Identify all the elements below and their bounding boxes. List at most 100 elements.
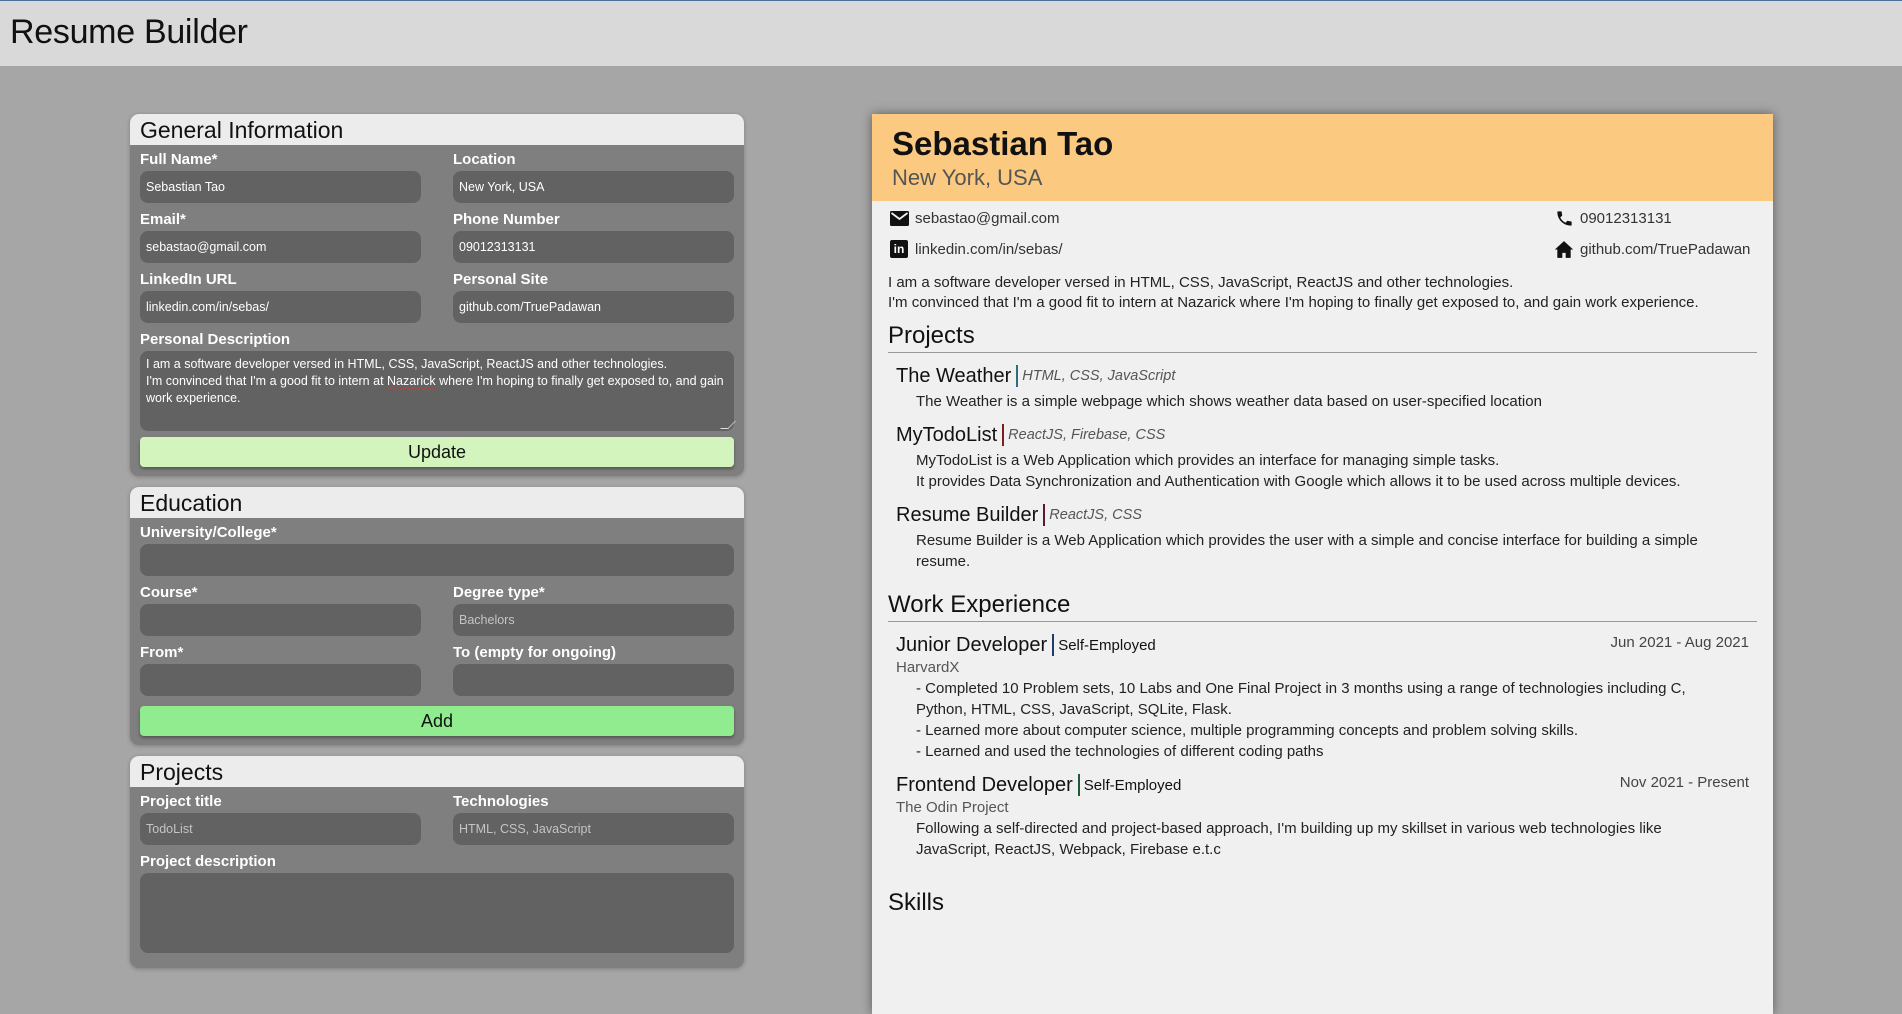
- description-line-1: I am a software developer versed in HTML…: [146, 357, 668, 371]
- contact-linkedin-text: linkedin.com/in/sebas/: [915, 240, 1063, 258]
- job-role: Frontend Developer: [896, 774, 1073, 796]
- project-desc-line: The Weather is a simple webpage which sh…: [916, 393, 1542, 410]
- job-entry: Frontend Developer Self-Employed Nov 202…: [872, 762, 1773, 860]
- general-info-heading: General Information: [130, 114, 744, 145]
- misspelled-word: Nazarick: [387, 374, 436, 388]
- resume-header: Sebastian Tao New York, USA: [872, 114, 1773, 201]
- from-input[interactable]: [140, 664, 421, 696]
- description-line-2-start: I'm convinced that I'm a good fit to int…: [146, 374, 388, 388]
- contact-phone-text: 09012313131: [1580, 209, 1672, 227]
- job-dates: Nov 2021 - Present: [1619, 774, 1749, 791]
- linkedin-label: LinkedIn URL: [140, 271, 237, 288]
- summary-line: I'm convinced that I'm a good fit to int…: [888, 294, 1699, 311]
- technologies-label: Technologies: [453, 793, 549, 810]
- title-divider: [1052, 634, 1055, 656]
- project-desc-line: It provides Data Synchronization and Aut…: [916, 473, 1681, 490]
- phone-icon: [1554, 208, 1574, 228]
- skills-section-title: Skills: [888, 889, 945, 916]
- project-title-input[interactable]: TodoList: [140, 813, 421, 845]
- project-entry: MyTodoList ReactJS, Firebase, CSS MyTodo…: [872, 412, 1773, 492]
- contact-linkedin: in linkedin.com/in/sebas/: [889, 239, 1063, 259]
- project-tech: ReactJS, CSS: [1049, 507, 1142, 523]
- email-label: Email*: [140, 211, 186, 228]
- job-type: Self-Employed: [1083, 776, 1182, 794]
- project-name: Resume Builder: [896, 504, 1039, 526]
- home-icon: [1554, 239, 1574, 259]
- projects-section-title: Projects: [888, 321, 1757, 353]
- university-label: University/College*: [140, 524, 277, 541]
- contact-phone: 09012313131: [1554, 208, 1672, 228]
- job-role: Junior Developer: [896, 634, 1048, 656]
- project-name: The Weather: [896, 365, 1012, 387]
- resume-summary: I am a software developer versed in HTML…: [872, 273, 1773, 313]
- title-divider: [1016, 365, 1019, 387]
- course-label: Course*: [140, 584, 198, 601]
- project-description-textarea[interactable]: [140, 873, 734, 953]
- full-name-input[interactable]: Sebastian Tao: [140, 171, 421, 203]
- contact-list: sebastao@gmail.com in linkedin.com/in/se…: [872, 201, 1773, 273]
- personal-description-textarea[interactable]: I am a software developer versed in HTML…: [140, 351, 736, 431]
- job-organization: The Odin Project: [896, 799, 1009, 816]
- university-input[interactable]: [140, 544, 734, 576]
- phone-label: Phone Number: [453, 211, 560, 228]
- education-card: Education University/College* Course* De…: [130, 487, 744, 745]
- resume-location: New York, USA: [892, 165, 1043, 190]
- job-type: Self-Employed: [1058, 636, 1156, 654]
- project-desc-line: Resume Builder is a Web Application whic…: [916, 532, 1698, 570]
- to-label: To (empty for ongoing): [453, 644, 617, 661]
- location-label: Location: [453, 151, 516, 168]
- title-divider: [1077, 774, 1080, 796]
- general-info-card: General Information Full Name* Sebastian…: [130, 114, 744, 476]
- job-dates: Jun 2021 - Aug 2021: [1610, 634, 1749, 651]
- phone-input[interactable]: 09012313131: [453, 231, 734, 263]
- add-education-button[interactable]: Add: [140, 706, 734, 736]
- full-name-label: Full Name*: [140, 151, 218, 168]
- update-button[interactable]: Update: [140, 437, 734, 467]
- job-organization: HarvardX: [896, 659, 960, 676]
- email-input[interactable]: sebastao@gmail.com: [140, 231, 421, 263]
- from-label: From*: [140, 644, 184, 661]
- title-divider: [1043, 504, 1046, 526]
- to-input[interactable]: [453, 664, 734, 696]
- work-section-title: Work Experience: [888, 590, 1757, 622]
- contact-email: sebastao@gmail.com: [889, 208, 1059, 228]
- job-desc-line: Following a self-directed and project-ba…: [916, 820, 1662, 858]
- personal-site-label: Personal Site: [453, 271, 549, 288]
- job-desc-line: - Learned more about computer science, m…: [916, 722, 1578, 739]
- projects-heading: Projects: [130, 756, 744, 787]
- contact-site: github.com/TruePadawan: [1554, 239, 1750, 259]
- project-name: MyTodoList: [896, 424, 998, 446]
- technologies-input[interactable]: HTML, CSS, JavaScript: [453, 813, 734, 845]
- resume-name: Sebastian Tao: [892, 125, 1114, 162]
- personal-site-input[interactable]: github.com/TruePadawan: [453, 291, 734, 323]
- form-column: General Information Full Name* Sebastian…: [130, 114, 744, 979]
- course-input[interactable]: [140, 604, 421, 636]
- education-heading: Education: [130, 487, 744, 518]
- summary-line: I am a software developer versed in HTML…: [888, 274, 1514, 291]
- project-entry: The Weather HTML, CSS, JavaScript The We…: [872, 353, 1773, 412]
- contact-site-text: github.com/TruePadawan: [1580, 240, 1751, 258]
- job-desc-line: - Completed 10 Problem sets, 10 Labs and…: [916, 680, 1686, 718]
- contact-email-text: sebastao@gmail.com: [915, 209, 1060, 227]
- linkedin-icon: in: [889, 239, 909, 259]
- project-title-label: Project title: [140, 793, 222, 810]
- project-tech: ReactJS, Firebase, CSS: [1008, 427, 1166, 443]
- resume-preview: Sebastian Tao New York, USA sebastao@gma…: [872, 114, 1773, 1014]
- mail-icon: [889, 208, 909, 228]
- degree-type-input[interactable]: Bachelors: [453, 604, 734, 636]
- project-desc-line: MyTodoList is a Web Application which pr…: [916, 452, 1500, 469]
- job-entry: Junior Developer Self-Employed Jun 2021 …: [872, 622, 1773, 762]
- project-description-label: Project description: [140, 853, 276, 870]
- linkedin-input[interactable]: linkedin.com/in/sebas/: [140, 291, 421, 323]
- app-title: Resume Builder: [10, 13, 248, 51]
- projects-card: Projects Project title TodoList Technolo…: [130, 756, 744, 968]
- project-tech: HTML, CSS, JavaScript: [1022, 368, 1176, 384]
- job-desc-line: - Learned and used the technologies of d…: [916, 743, 1324, 760]
- degree-type-label: Degree type*: [453, 584, 545, 601]
- personal-description-label: Personal Description: [140, 331, 291, 348]
- app-header: Resume Builder: [0, 0, 1902, 66]
- location-input[interactable]: New York, USA: [453, 171, 734, 203]
- title-divider: [1002, 424, 1005, 446]
- project-entry: Resume Builder ReactJS, CSS Resume Build…: [872, 492, 1773, 572]
- resize-handle[interactable]: [720, 421, 736, 429]
